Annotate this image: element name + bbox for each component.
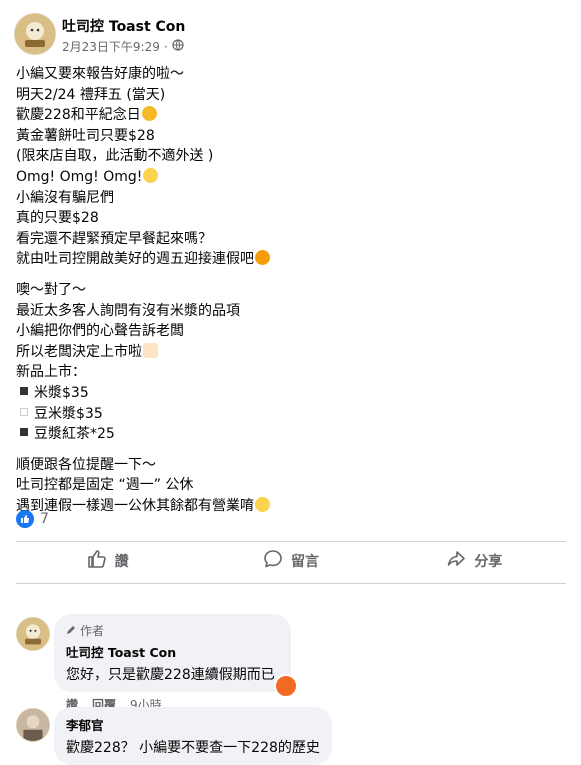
divider	[16, 583, 566, 584]
reaction-count: 7	[40, 511, 49, 527]
like-button[interactable]: 讚	[16, 542, 199, 580]
post-line: 小編又要來報告好康的啦～	[16, 66, 184, 82]
author-badge: 作者	[66, 622, 275, 639]
share-arrow-icon	[446, 549, 466, 573]
post-line: 黃金薯餅吐司只要$28	[16, 127, 155, 144]
post-body: 小編又要來報告好康的啦～ 明天2/24 禮拜五 (當天) 歡慶228和平紀念日 …	[16, 64, 566, 516]
share-label: 分享	[474, 554, 503, 570]
post-line: 噢～對了～	[16, 281, 86, 298]
comment-bubble: 作者 吐司控 Toast Con 您好，只是歡慶228連續假期而已	[54, 614, 291, 692]
post-line: 新品上市：	[16, 364, 86, 381]
comment-button[interactable]: 留言	[199, 542, 382, 580]
post-line: 就由吐司控開啟美好的週五迎接連假吧	[16, 249, 566, 270]
post-line: Omg! Omg! Omg!	[16, 167, 566, 188]
post-line: 豆漿紅茶*25	[16, 424, 566, 445]
post-line: 所以老闆決定上市啦	[16, 342, 566, 363]
comment: 作者 吐司控 Toast Con 您好，只是歡慶228連續假期而已 讚 回覆 9…	[54, 614, 291, 713]
comment-text: 歡慶228？ 小編要不要查一下228的歷史	[66, 740, 320, 756]
reaction-summary[interactable]: 7	[16, 510, 49, 528]
like-label: 讚	[114, 554, 129, 570]
comment-text: 您好，只是歡慶228連續假期而已	[66, 667, 275, 683]
black-square-icon	[20, 386, 28, 395]
action-bar: 讚 留言 分享	[16, 542, 566, 580]
like-reaction-icon	[16, 510, 34, 528]
comment-bubble-icon	[263, 549, 283, 573]
pencil-icon	[66, 624, 76, 638]
post-line: (限來店自取，此活動不適外送 )	[16, 148, 214, 165]
post-line: 最近太多客人詢問有沒有米漿的品項	[16, 302, 240, 319]
smiling-hearts-face-icon	[255, 250, 270, 266]
post-line: 順便跟各位提醒一下～	[16, 456, 156, 473]
post-line: 真的只要$28	[16, 210, 99, 227]
post-line: 豆米漿$35	[16, 404, 566, 425]
commenter-avatar[interactable]	[16, 617, 50, 651]
comment-label: 留言	[290, 554, 319, 570]
comment-author[interactable]: 吐司控 Toast Con	[66, 642, 275, 661]
page-avatar[interactable]	[14, 13, 56, 55]
post-line: 小編沒有騙尼們	[16, 189, 114, 206]
grinning-face-icon	[255, 496, 270, 512]
angry-reaction-icon[interactable]	[274, 674, 298, 698]
post-meta: 2月23日下午9:29 ·	[62, 38, 184, 55]
thumbs-up-icon	[87, 549, 107, 573]
comment-bubble: 李郁官 歡慶228？ 小編要不要查一下228的歷史	[54, 707, 332, 765]
post-timestamp[interactable]: 2月23日下午9:29	[62, 38, 160, 55]
post-line: 看完還不趕緊預定早餐起來嗎？	[16, 230, 212, 247]
black-square-icon	[20, 428, 28, 437]
post-line: 遇到連假一樣週一公休其餘都有營業唷	[16, 496, 566, 517]
commenter-avatar[interactable]	[16, 708, 50, 742]
post-line: 米漿$35	[16, 383, 566, 404]
share-button[interactable]: 分享	[383, 542, 566, 580]
comment: 李郁官 歡慶228？ 小編要不要查一下228的歷史	[54, 707, 332, 765]
globe-icon	[172, 39, 184, 54]
party-popper-icon	[141, 106, 157, 122]
comment-author[interactable]: 李郁官	[66, 715, 320, 734]
white-square-icon	[20, 407, 28, 416]
page-name[interactable]: 吐司控 Toast Con	[62, 16, 185, 36]
post-line: 明天2/24 禮拜五 (當天)	[16, 86, 166, 103]
clapping-hands-icon	[143, 342, 158, 358]
shocked-face-icon	[143, 167, 159, 183]
post-line: 歡慶228和平紀念日	[16, 105, 566, 126]
post-line: 吐司控都是固定 “週一” 公休	[16, 477, 194, 494]
post-line: 小編把你們的心聲告訴老闆	[16, 323, 184, 340]
